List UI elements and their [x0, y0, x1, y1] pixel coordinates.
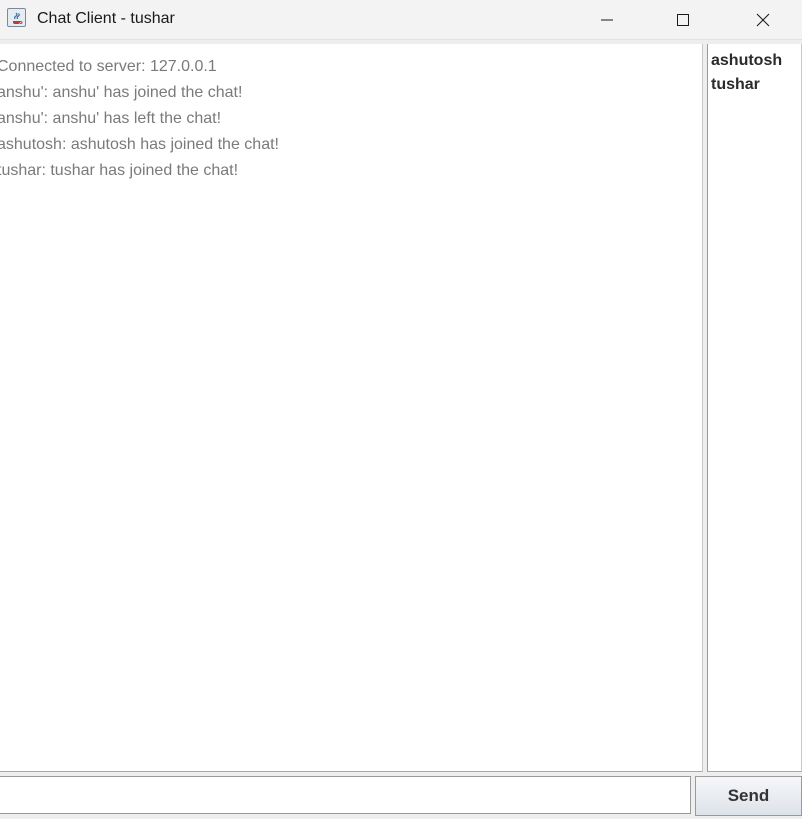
- chat-message: Connected to server: 127.0.0.1: [0, 58, 217, 75]
- close-button[interactable]: [740, 0, 786, 39]
- user-item[interactable]: tushar: [711, 73, 801, 97]
- input-bar: Send: [0, 772, 802, 819]
- chat-message: tushar: tushar has joined the chat!: [0, 162, 239, 179]
- chat-message: anshu': anshu' has left the chat!: [0, 110, 222, 127]
- send-button[interactable]: Send: [695, 776, 802, 816]
- chat-client-window: Chat Client - tushar Connected to server…: [0, 0, 802, 819]
- chat-message: anshu': anshu' has joined the chat!: [0, 84, 243, 101]
- minimize-button[interactable]: [584, 0, 630, 39]
- minimize-icon: [601, 19, 613, 20]
- maximize-icon: [677, 13, 689, 26]
- title-bar[interactable]: Chat Client - tushar: [0, 0, 802, 40]
- user-items: ashutosh tushar: [708, 44, 801, 97]
- message-input[interactable]: [0, 776, 691, 814]
- user-item[interactable]: ashutosh: [711, 49, 801, 73]
- maximize-button[interactable]: [660, 0, 706, 39]
- online-users-list[interactable]: ashutosh tushar: [707, 44, 802, 772]
- chat-message-list: Connected to server: 127.0.0.1 anshu': a…: [0, 44, 702, 184]
- close-icon: [756, 13, 770, 26]
- window-title: Chat Client - tushar: [37, 10, 175, 27]
- chat-message: ashutosh: ashutosh has joined the chat!: [0, 136, 279, 153]
- chat-messages-area[interactable]: Connected to server: 127.0.0.1 anshu': a…: [0, 44, 703, 772]
- java-cup-icon: [7, 8, 26, 27]
